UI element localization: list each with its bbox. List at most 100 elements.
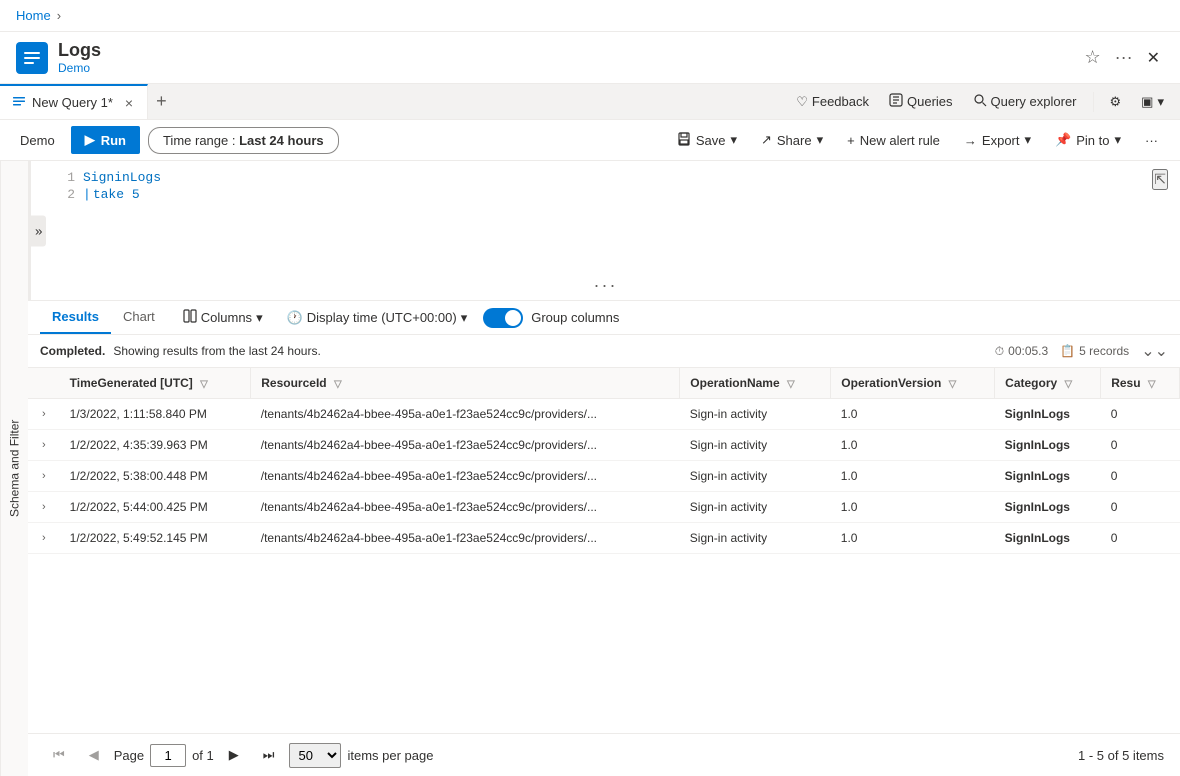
cell-result: 0 — [1101, 430, 1180, 461]
expand-cell: › — [28, 492, 60, 523]
save-chevron: ▾ — [730, 132, 737, 148]
filter-icon-time[interactable]: ▽ — [200, 379, 208, 390]
share-chevron: ▾ — [817, 132, 824, 148]
schema-filter-sidebar[interactable]: Schema and Filter — [0, 161, 28, 776]
columns-chevron: ▾ — [256, 310, 263, 326]
filter-icon-category[interactable]: ▽ — [1065, 379, 1073, 390]
results-table-wrapper: TimeGenerated [UTC] ▽ ResourceId ▽ Opera… — [28, 368, 1180, 733]
cell-resource: /tenants/4b2462a4-bbee-495a-a0e1-f23ae52… — [251, 461, 680, 492]
of-label: of 1 — [192, 748, 214, 763]
timer-icon: ⏱ — [995, 344, 1004, 359]
columns-button[interactable]: Columns ▾ — [175, 305, 271, 330]
settings-button[interactable]: ⚙ — [1102, 90, 1130, 114]
filter-icon-version[interactable]: ▽ — [949, 379, 957, 390]
cell-time: 1/2/2022, 4:35:39.963 PM — [60, 430, 251, 461]
add-tab-button[interactable]: + — [148, 87, 175, 116]
export-button[interactable]: → Export ▾ — [954, 127, 1041, 153]
cell-version: 1.0 — [831, 399, 995, 430]
expand-row-button[interactable]: › — [38, 468, 50, 484]
expand-row-button[interactable]: › — [38, 406, 50, 422]
cell-resource: /tenants/4b2462a4-bbee-495a-a0e1-f23ae52… — [251, 492, 680, 523]
cell-time: 1/2/2022, 5:44:00.425 PM — [60, 492, 251, 523]
expand-cell: › — [28, 523, 60, 554]
expand-editor-button[interactable]: ··· — [594, 275, 618, 296]
chart-tab[interactable]: Chart — [111, 301, 167, 334]
table-row: › 1/2/2022, 5:49:52.145 PM /tenants/4b24… — [28, 523, 1180, 554]
items-per-page-select[interactable]: 50 100 200 — [289, 743, 341, 768]
records-value: 5 records — [1079, 344, 1129, 358]
more-toolbar-button[interactable]: ··· — [1135, 128, 1168, 153]
cell-category: SignInLogs — [995, 430, 1101, 461]
expand-results-button[interactable]: ⌄⌄ — [1141, 341, 1168, 361]
pin-icon-btn[interactable]: ☆ — [1080, 43, 1104, 72]
tab-separator — [1093, 92, 1094, 112]
save-button[interactable]: Save ▾ — [667, 127, 747, 154]
run-button[interactable]: ▶ Run — [71, 126, 140, 154]
table-body: › 1/3/2022, 1:11:58.840 PM /tenants/4b24… — [28, 399, 1180, 554]
app-title: Logs — [58, 40, 1080, 61]
share-button[interactable]: ↗ Share ▾ — [751, 127, 833, 153]
app-header: Logs Demo ☆ ··· ✕ — [0, 32, 1180, 84]
cell-time: 1/2/2022, 5:38:00.448 PM — [60, 461, 251, 492]
logs-icon — [22, 48, 42, 68]
filter-icon-operation[interactable]: ▽ — [787, 379, 795, 390]
results-tab[interactable]: Results — [40, 301, 111, 334]
records-item: 📋 5 records — [1060, 344, 1129, 358]
expand-row-button[interactable]: › — [38, 499, 50, 515]
more-options-btn[interactable]: ··· — [1111, 43, 1137, 72]
expand-sidebar-button[interactable]: » — [31, 216, 46, 247]
expand-row-button[interactable]: › — [38, 530, 50, 546]
pin-to-button[interactable]: 📌 Pin to ▾ — [1045, 127, 1131, 153]
expand-cell: › — [28, 430, 60, 461]
group-columns-toggle[interactable] — [483, 308, 523, 328]
col-header-result: Resu ▽ — [1101, 368, 1180, 399]
table-row: › 1/2/2022, 4:35:39.963 PM /tenants/4b24… — [28, 430, 1180, 461]
header-actions: ☆ ··· ✕ — [1080, 43, 1164, 72]
time-chevron: ▾ — [461, 310, 468, 326]
first-page-button[interactable]: ⏮ — [44, 742, 74, 768]
prev-page-button[interactable]: ◀ — [80, 742, 108, 768]
queries-icon — [889, 93, 903, 110]
cell-time: 1/2/2022, 5:49:52.145 PM — [60, 523, 251, 554]
export-chevron: ▾ — [1025, 132, 1032, 148]
filter-icon-result[interactable]: ▽ — [1148, 379, 1156, 390]
close-button[interactable]: ✕ — [1143, 44, 1164, 72]
tab-bar: New Query 1* × + ♡ Feedback Queries — [0, 84, 1180, 120]
feedback-button[interactable]: ♡ Feedback — [788, 90, 877, 114]
view-toggle-button[interactable]: ▣ ▾ — [1133, 90, 1172, 114]
app-subtitle: Demo — [58, 61, 1080, 75]
page-input[interactable] — [150, 744, 186, 767]
home-link[interactable]: Home — [16, 8, 51, 23]
editor-empty-space[interactable] — [51, 203, 1180, 263]
filter-icon-resource[interactable]: ▽ — [334, 379, 342, 390]
collapse-editor-button[interactable]: ⇱ — [1152, 169, 1168, 190]
table-row: › 1/2/2022, 5:44:00.425 PM /tenants/4b24… — [28, 492, 1180, 523]
app-title-group: Logs Demo — [58, 40, 1080, 75]
expand-row-button[interactable]: › — [38, 437, 50, 453]
cell-category: SignInLogs — [995, 523, 1101, 554]
code-content-2[interactable]: take 5 — [93, 187, 140, 202]
display-time-button[interactable]: 🕐 Display time (UTC+00:00) ▾ — [279, 306, 476, 330]
duration-item: ⏱ 00:05.3 — [995, 344, 1048, 359]
cell-category: SignInLogs — [995, 461, 1101, 492]
col-header-time: TimeGenerated [UTC] ▽ — [60, 368, 251, 399]
workspace-label: Demo — [12, 129, 63, 152]
time-range-button[interactable]: Time range : Last 24 hours — [148, 127, 339, 154]
breadcrumb: Home › — [0, 0, 1180, 32]
new-alert-rule-button[interactable]: + New alert rule — [837, 128, 950, 153]
tab-close-button[interactable]: × — [123, 95, 135, 111]
code-content-1[interactable]: SigninLogs — [83, 170, 161, 185]
cell-result: 0 — [1101, 461, 1180, 492]
expand-cell: › — [28, 399, 60, 430]
query-explorer-button[interactable]: Query explorer — [965, 89, 1085, 114]
display-time-label: Display time (UTC+00:00) — [307, 310, 457, 325]
export-icon: → — [964, 133, 977, 148]
queries-button[interactable]: Queries — [881, 89, 961, 114]
active-tab[interactable]: New Query 1* × — [0, 84, 148, 119]
more-icon: ··· — [1145, 133, 1158, 148]
status-right: ⏱ 00:05.3 📋 5 records ⌄⌄ — [995, 341, 1168, 361]
status-bar: Completed. Showing results from the last… — [28, 335, 1180, 368]
duration-value: 00:05.3 — [1008, 344, 1048, 358]
last-page-button[interactable]: ⏭ — [254, 742, 284, 768]
next-page-button[interactable]: ▶ — [220, 742, 248, 768]
